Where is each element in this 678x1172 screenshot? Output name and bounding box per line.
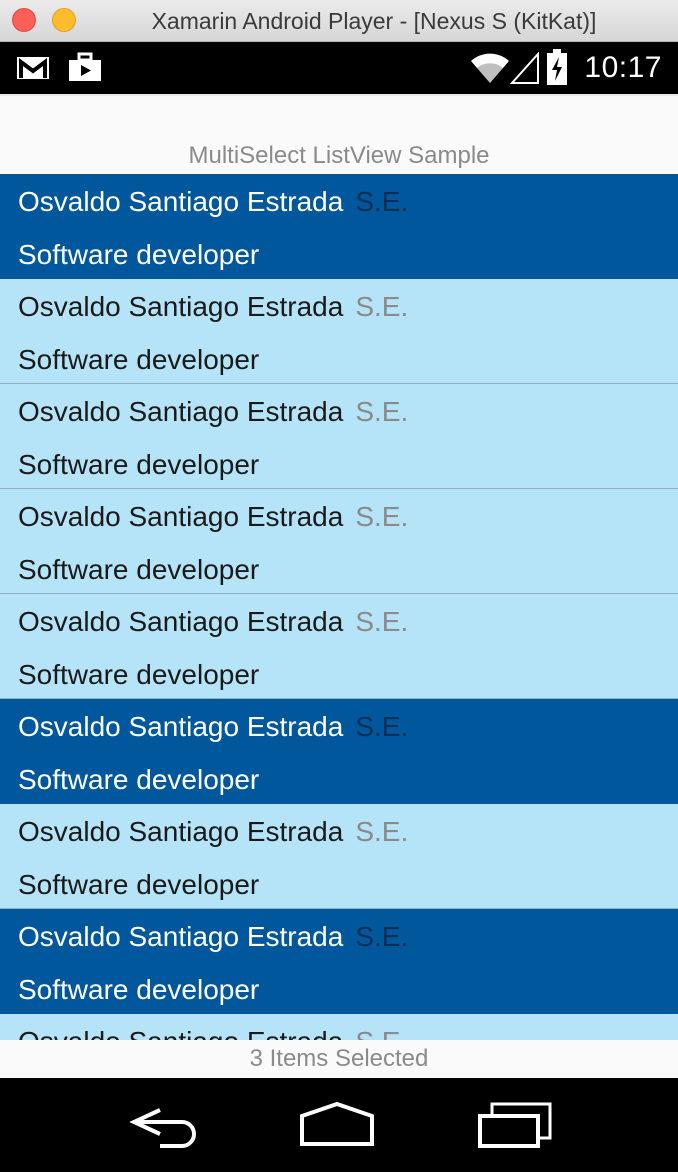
- list-item-title-line: Osvaldo Santiago Estrada S.E.: [18, 812, 408, 852]
- android-status-bar: 10:17: [0, 42, 678, 94]
- contact-role: Software developer: [18, 554, 260, 585]
- recents-icon[interactable]: [470, 1100, 560, 1150]
- contact-initials: S.E.: [355, 1026, 408, 1040]
- contact-name: Osvaldo Santiago Estrada: [18, 291, 344, 322]
- contact-role: Software developer: [18, 764, 260, 795]
- contact-initials: S.E.: [355, 606, 409, 637]
- battery-charging-icon: [547, 49, 567, 85]
- list-item-title-line: Osvaldo Santiago Estrada S.E.: [18, 707, 408, 747]
- contact-role: Software developer: [18, 449, 260, 480]
- list-item-title-line: Osvaldo Santiago Estrada S.E.: [18, 182, 408, 222]
- list-item[interactable]: Osvaldo Santiago Estrada S.E. Software dev…: [0, 489, 678, 594]
- gmail-icon: [17, 57, 49, 79]
- contact-name: Osvaldo Santiago Estrada: [18, 1026, 343, 1040]
- window-close-button[interactable]: [12, 8, 36, 32]
- list-item-title-line: Osvaldo Santiago Estrada S.E.: [18, 497, 408, 537]
- contact-name: Osvaldo Santiago Estrada: [18, 816, 344, 847]
- window-minimize-button[interactable]: [52, 8, 76, 32]
- contact-initials: S.E.: [355, 711, 409, 742]
- contact-initials: S.E.: [355, 501, 409, 532]
- list-item-title-line: Osvaldo Santiago Estrada S.E.: [18, 602, 408, 642]
- list-item[interactable]: Osvaldo Santiago Estrada S.E. Software dev…: [0, 804, 678, 909]
- contact-name: Osvaldo Santiago Estrada: [18, 501, 344, 532]
- window-title: Xamarin Android Player - [Nexus S (KitKa…: [151, 8, 597, 34]
- list-item[interactable]: Osvaldo Santiago Estrada S.E. Software dev…: [0, 909, 678, 1014]
- selection-status: 3 Items Selected: [0, 1040, 678, 1078]
- contact-name: Osvaldo Santiago Estrada: [18, 711, 344, 742]
- contact-role: Software developer: [18, 869, 260, 900]
- contact-initials: S.E.: [355, 396, 409, 427]
- list-item-title-line: Osvaldo Santiago Estrada S.E.: [18, 392, 408, 432]
- contact-role: Software developer: [18, 344, 260, 375]
- back-icon[interactable]: [120, 1100, 210, 1150]
- contact-initials: S.E.: [355, 186, 409, 217]
- contact-initials: S.E.: [355, 921, 409, 952]
- list-item[interactable]: Osvaldo Santiago EstradaS.E.Software dev…: [0, 1014, 678, 1040]
- list-item[interactable]: Osvaldo Santiago Estrada S.E. Software dev…: [0, 174, 678, 279]
- android-nav-bar: [0, 1078, 678, 1172]
- contact-name: Osvaldo Santiago Estrada: [18, 606, 344, 637]
- home-icon[interactable]: [292, 1100, 382, 1150]
- list-item[interactable]: Osvaldo Santiago Estrada S.E. Software dev…: [0, 384, 678, 489]
- page-title: MultiSelect ListView Sample: [188, 142, 490, 169]
- list-item-title-line: Osvaldo Santiago Estrada S.E.: [18, 287, 408, 327]
- briefcase-icon: [69, 52, 101, 81]
- contact-name: Osvaldo Santiago Estrada: [18, 921, 344, 952]
- list-item[interactable]: Osvaldo Santiago Estrada S.E. Software dev…: [0, 279, 678, 384]
- status-clock: 10:17: [584, 51, 662, 84]
- contact-name: Osvaldo Santiago Estrada: [18, 396, 344, 427]
- list-item[interactable]: Osvaldo Santiago Estrada S.E. Software dev…: [0, 699, 678, 804]
- list-item-title-line: Osvaldo Santiago Estrada S.E.: [18, 1022, 408, 1040]
- app-header: MultiSelect ListView Sample: [0, 94, 678, 174]
- contact-initials: S.E.: [355, 291, 409, 322]
- list-item-title-line: Osvaldo Santiago Estrada S.E.: [18, 917, 408, 957]
- signal-icon: [510, 52, 539, 84]
- window-title-bar: Xamarin Android Player - [Nexus S (KitKa…: [0, 0, 678, 42]
- contact-initials: S.E.: [355, 816, 409, 847]
- contact-role: Software developer: [18, 239, 260, 270]
- wifi-icon: [471, 53, 509, 83]
- list-item[interactable]: Osvaldo Santiago Estrada S.E. Software dev…: [0, 594, 678, 699]
- contacts-list[interactable]: Osvaldo Santiago Estrada S.E. Software dev…: [0, 174, 678, 1040]
- contact-name: Osvaldo Santiago Estrada: [18, 186, 344, 217]
- contact-role: Software developer: [18, 659, 260, 690]
- contact-role: Software developer: [18, 974, 260, 1005]
